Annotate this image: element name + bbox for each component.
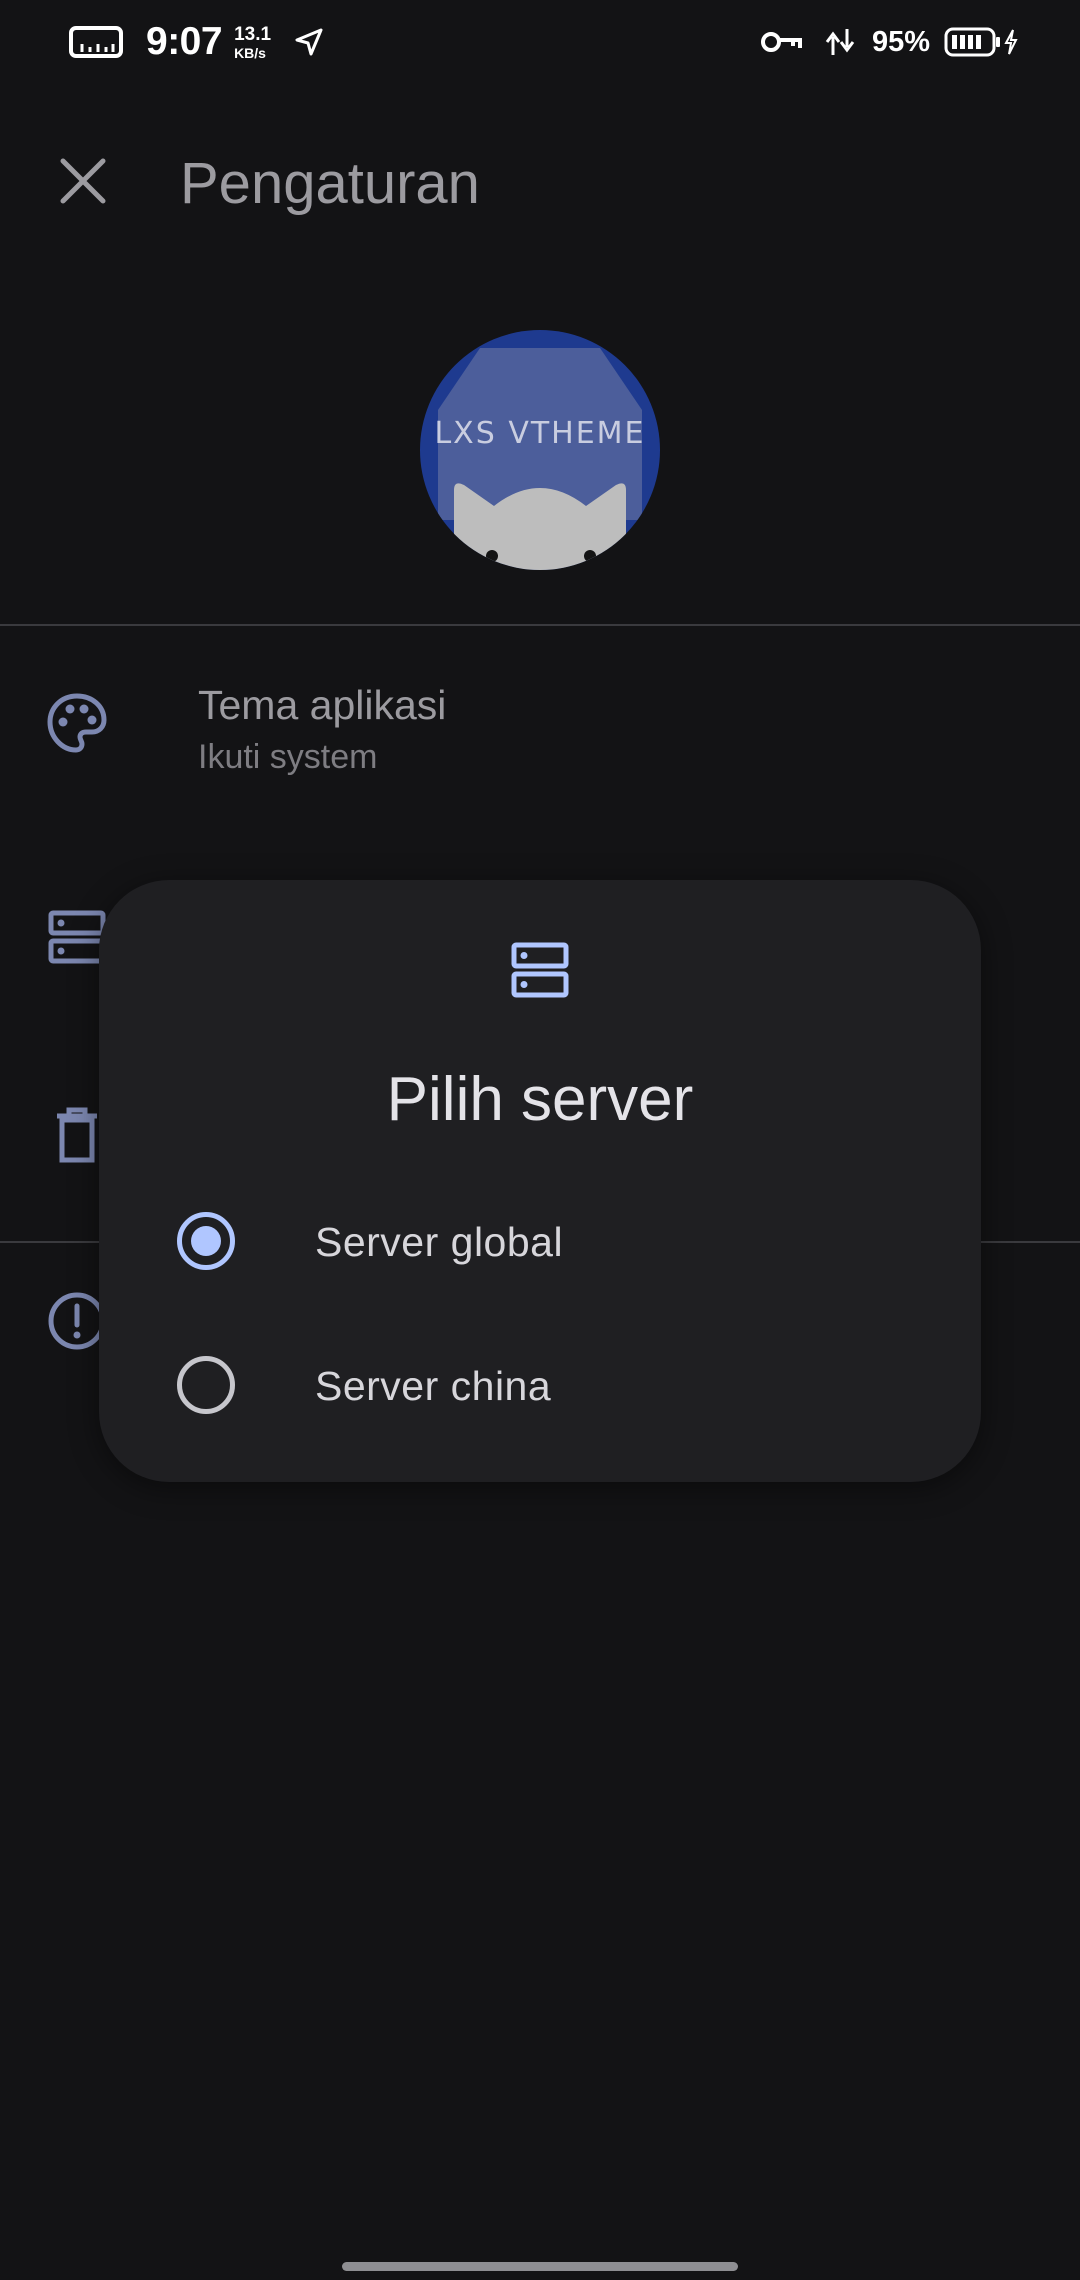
status-bar: 9:07 13.1 KB/s 95%: [0, 0, 1080, 84]
battery-percent: 95%: [871, 25, 930, 58]
server-option-global[interactable]: Server global: [99, 1182, 981, 1302]
status-bar-left: 9:07 13.1 KB/s: [68, 18, 325, 66]
setting-title: Tema aplikasi: [198, 682, 447, 728]
charging-icon: [1004, 29, 1018, 55]
battery-icon: [944, 26, 1002, 58]
network-speed-unit: KB/s: [234, 44, 266, 61]
dialog-title: Pilih server: [386, 1065, 694, 1134]
vpn-key-icon: [760, 28, 804, 56]
status-time: 9:07: [146, 20, 223, 63]
setting-subtitle: Ikuti system: [198, 738, 378, 776]
radio-button-checked[interactable]: [177, 1212, 235, 1270]
radio-label: Server global: [315, 1219, 564, 1265]
network-speed: 13.1 KB/s: [234, 25, 271, 60]
app-bar: Pengaturan: [0, 120, 1080, 240]
settings-item-app-theme[interactable]: Tema aplikasi Ikuti system: [0, 682, 1080, 862]
radio-button-unchecked[interactable]: [177, 1356, 235, 1414]
navigation-icon: [293, 26, 325, 58]
ruler-icon: [68, 25, 124, 59]
gesture-navigation-handle[interactable]: [342, 2262, 738, 2271]
server-icon: [506, 936, 574, 1004]
page-title: Pengaturan: [180, 151, 480, 216]
status-bar-right: 95%: [760, 18, 1018, 66]
server-option-china[interactable]: Server china: [99, 1326, 981, 1446]
close-icon: [58, 156, 108, 211]
server-selection-dialog: Pilih server Server global Server china: [99, 880, 981, 1482]
app-logo: LXS VTHEME: [420, 330, 660, 570]
close-button[interactable]: [40, 140, 126, 226]
radio-label: Server china: [315, 1363, 552, 1409]
divider: [0, 624, 1080, 626]
logo-text: LXS VTHEME: [434, 416, 645, 451]
palette-icon: [42, 688, 112, 758]
network-speed-value: 13.1: [234, 23, 272, 45]
data-transfer-icon: [824, 25, 856, 59]
